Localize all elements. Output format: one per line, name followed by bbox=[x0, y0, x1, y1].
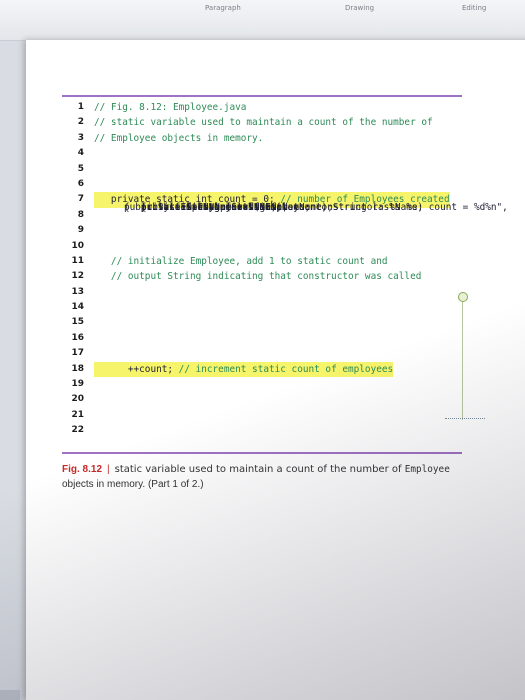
code-text: // increment static count of employees bbox=[178, 361, 394, 378]
code-line: 4 bbox=[62, 146, 517, 161]
code-line: 12 // output String indicating that cons… bbox=[62, 269, 517, 284]
code-text: // initialize Employee, add 1 to static … bbox=[94, 255, 388, 267]
editing-group-label[interactable]: Editing bbox=[462, 4, 486, 12]
taskbar-fragment bbox=[0, 690, 20, 700]
code-line: 9 private String lastName; bbox=[62, 202, 517, 238]
line-number: 13 bbox=[71, 286, 84, 297]
line-number: 10 bbox=[71, 240, 84, 251]
caption-text: static variable used to maintain a count… bbox=[114, 464, 405, 475]
code-line: 20 firstName, lastName, count); bbox=[62, 202, 517, 407]
line-number: 5 bbox=[77, 163, 84, 174]
paragraph-group-label[interactable]: Paragraph bbox=[205, 4, 241, 12]
code-text: // static variable used to maintain a co… bbox=[94, 117, 433, 129]
code-line: 1 // Fig. 8.12: Employee.java bbox=[62, 100, 517, 115]
line-number: 3 bbox=[77, 132, 84, 143]
code-line: 11 // initialize Employee, add 1 to stat… bbox=[62, 254, 517, 269]
line-number: 1 bbox=[77, 102, 84, 112]
code-line: 14 { bbox=[62, 202, 517, 315]
app-window: Paragraph Drawing Editing 1 // Fig. 8.12:… bbox=[0, 0, 525, 700]
code-line: 22 bbox=[62, 423, 517, 438]
caption-figure-label: Fig. 8.12 bbox=[62, 464, 103, 475]
code-text: ++count; bbox=[94, 361, 179, 378]
code-line: 16 this.lastName = lastName; bbox=[62, 202, 517, 346]
line-number: 7 bbox=[77, 194, 84, 205]
code-line: 17 bbox=[62, 346, 517, 361]
caption-class-name: Employee bbox=[404, 464, 450, 475]
code-top-rule bbox=[62, 95, 462, 97]
code-line: 5 public class Employee bbox=[62, 162, 517, 213]
drawing-group-label[interactable]: Drawing bbox=[345, 4, 374, 12]
line-number: 16 bbox=[71, 332, 84, 343]
code-text: } bbox=[124, 202, 147, 213]
line-number: 19 bbox=[71, 379, 84, 390]
line-number: 2 bbox=[77, 117, 84, 128]
line-number: 22 bbox=[71, 425, 84, 436]
line-number: 17 bbox=[71, 348, 84, 359]
line-number: 15 bbox=[71, 317, 84, 328]
code-line: 13 public Employee(String firstName, Str… bbox=[62, 202, 517, 300]
code-line: 19 System.out.printf("Employee construct… bbox=[62, 202, 517, 392]
code-line: 10 bbox=[62, 239, 517, 254]
ribbon-toolbar: Paragraph Drawing Editing bbox=[0, 0, 525, 41]
line-number: 18 bbox=[71, 363, 84, 374]
line-number: 9 bbox=[77, 225, 84, 236]
line-number: 11 bbox=[71, 255, 84, 266]
line-number: 4 bbox=[77, 148, 84, 159]
line-number: 14 bbox=[71, 302, 84, 313]
code-text: // Employee objects in memory. bbox=[94, 132, 264, 144]
code-line: 3 // Employee objects in memory. bbox=[62, 131, 517, 146]
code-line: 21 } bbox=[62, 202, 517, 423]
line-number: 12 bbox=[71, 271, 84, 282]
code-bottom-rule bbox=[62, 452, 462, 454]
figure-caption: Fig. 8.12 | static variable used to mainta… bbox=[62, 462, 472, 492]
line-number: 20 bbox=[71, 394, 84, 405]
code-listing: 1 // Fig. 8.12: Employee.java 2 // static v… bbox=[62, 100, 517, 439]
caption-separator: | bbox=[107, 464, 110, 475]
code-line: 15 this.firstName = firstName; bbox=[62, 202, 517, 330]
caption-text-continued: objects in memory. (Part 1 of 2.) bbox=[62, 479, 204, 490]
line-number: 21 bbox=[71, 409, 84, 420]
code-text: // output String indicating that constru… bbox=[94, 271, 422, 283]
code-line: 6{ bbox=[62, 177, 517, 213]
code-line: 2 // static variable used to maintain a c… bbox=[62, 115, 517, 130]
line-number: 8 bbox=[77, 209, 84, 220]
line-number: 6 bbox=[77, 178, 84, 189]
code-text: // Fig. 8.12: Employee.java bbox=[94, 102, 247, 113]
code-line: 18 ++count; // increment static count of… bbox=[62, 361, 517, 378]
